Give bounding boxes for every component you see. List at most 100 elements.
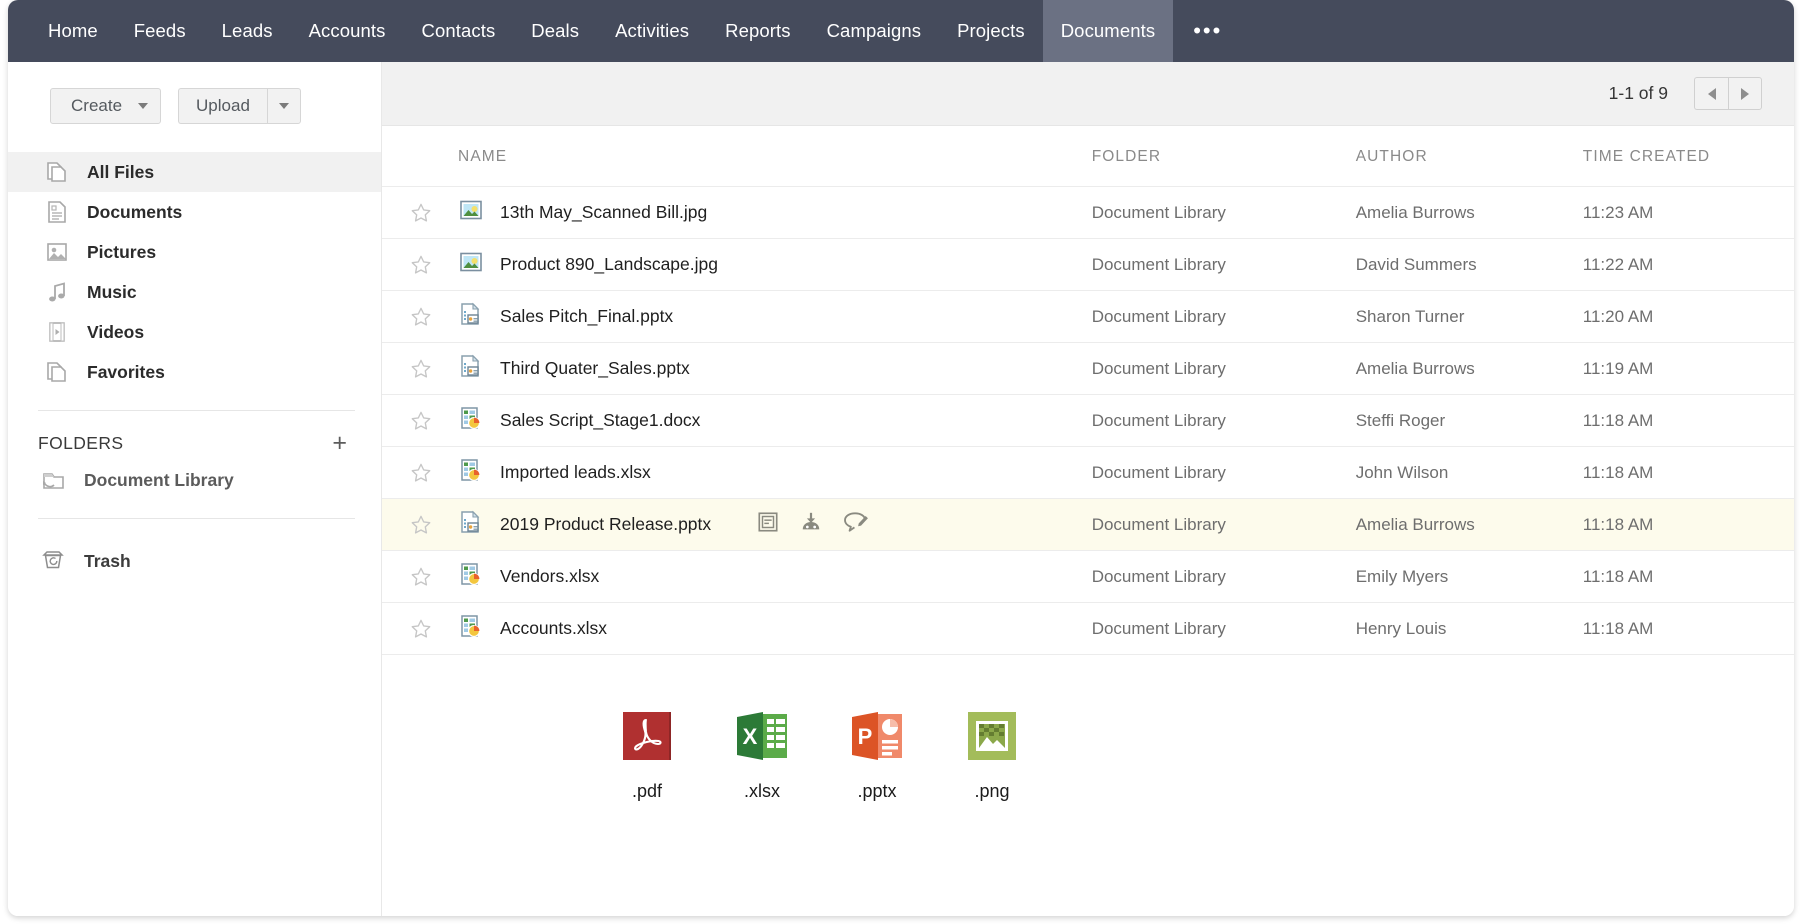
row-name-cell[interactable]: Accounts.xlsx bbox=[458, 603, 1092, 655]
favorite-star-icon[interactable] bbox=[410, 462, 432, 484]
table-row[interactable]: Accounts.xlsxDocument LibraryHenry Louis… bbox=[382, 603, 1794, 655]
nav-tab-reports[interactable]: Reports bbox=[707, 0, 808, 62]
nav-tab-home[interactable]: Home bbox=[30, 0, 116, 62]
row-star-cell[interactable] bbox=[382, 291, 458, 343]
favorite-star-icon[interactable] bbox=[410, 358, 432, 380]
file-name[interactable]: Sales Pitch_Final.pptx bbox=[500, 306, 673, 327]
main-panel: 1-1 of 9 NAME bbox=[382, 62, 1794, 916]
row-time-cell: 11:18 AM bbox=[1583, 447, 1794, 499]
next-page-button[interactable] bbox=[1728, 77, 1762, 110]
file-name[interactable]: 13th May_Scanned Bill.jpg bbox=[500, 202, 707, 223]
nav-tab-campaigns[interactable]: Campaigns bbox=[809, 0, 939, 62]
row-folder-cell[interactable]: Document Library bbox=[1092, 395, 1356, 447]
row-folder-cell[interactable]: Document Library bbox=[1092, 239, 1356, 291]
sidebar-item-trash[interactable]: Trash bbox=[8, 541, 381, 581]
row-star-cell[interactable] bbox=[382, 551, 458, 603]
row-folder-cell[interactable]: Document Library bbox=[1092, 447, 1356, 499]
row-star-cell[interactable] bbox=[382, 343, 458, 395]
nav-tab-leads[interactable]: Leads bbox=[204, 0, 291, 62]
row-star-cell[interactable] bbox=[382, 187, 458, 239]
upload-button[interactable]: Upload bbox=[178, 88, 267, 124]
add-folder-icon[interactable]: + bbox=[332, 431, 347, 456]
row-folder-cell[interactable]: Document Library bbox=[1092, 551, 1356, 603]
nav-tab-activities[interactable]: Activities bbox=[597, 0, 707, 62]
sidebar-nav-list: All Files Documents bbox=[8, 152, 381, 392]
nav-tab-accounts[interactable]: Accounts bbox=[291, 0, 404, 62]
file-name[interactable]: Third Quater_Sales.pptx bbox=[500, 358, 690, 379]
preview-icon[interactable] bbox=[757, 511, 779, 538]
column-header-folder[interactable]: FOLDER bbox=[1092, 126, 1356, 187]
table-row[interactable]: 13th May_Scanned Bill.jpg Document Librar… bbox=[382, 187, 1794, 239]
row-name-cell[interactable]: Product 890_Landscape.jpg bbox=[458, 239, 1092, 291]
row-name-cell[interactable]: 2019 Product Release.pptx bbox=[458, 499, 1092, 551]
sidebar-item-pictures[interactable]: Pictures bbox=[8, 232, 381, 272]
nav-tab-contacts[interactable]: Contacts bbox=[403, 0, 513, 62]
nav-more-icon[interactable]: ••• bbox=[1173, 0, 1242, 62]
spreadsheet-file-icon bbox=[458, 405, 484, 436]
favorite-star-icon[interactable] bbox=[410, 566, 432, 588]
row-star-cell[interactable] bbox=[382, 239, 458, 291]
file-type-pdf[interactable]: .pdf bbox=[618, 707, 676, 802]
column-header-author[interactable]: AUTHOR bbox=[1356, 126, 1583, 187]
file-name[interactable]: Product 890_Landscape.jpg bbox=[500, 254, 718, 275]
sidebar-folder-document-library[interactable]: Document Library bbox=[8, 460, 381, 500]
favorite-star-icon[interactable] bbox=[410, 410, 432, 432]
table-header-row: NAME FOLDER AUTHOR TIME CREATED bbox=[382, 126, 1794, 187]
nav-tab-projects[interactable]: Projects bbox=[939, 0, 1043, 62]
row-name-cell[interactable]: Imported leads.xlsx bbox=[458, 447, 1092, 499]
sidebar-item-favorites[interactable]: Favorites bbox=[8, 352, 381, 392]
row-star-cell[interactable] bbox=[382, 499, 458, 551]
file-name[interactable]: Sales Script_Stage1.docx bbox=[500, 410, 700, 431]
pagination-count: 1-1 of 9 bbox=[1609, 83, 1668, 104]
sidebar-item-documents[interactable]: Documents bbox=[8, 192, 381, 232]
row-folder-cell[interactable]: Document Library bbox=[1092, 499, 1356, 551]
comment-edit-icon[interactable] bbox=[843, 511, 869, 538]
file-type-pptx[interactable]: P .pptx bbox=[848, 707, 906, 802]
favorite-star-icon[interactable] bbox=[410, 202, 432, 224]
file-name[interactable]: 2019 Product Release.pptx bbox=[500, 514, 711, 535]
row-author-cell: David Summers bbox=[1356, 239, 1583, 291]
sidebar-item-music[interactable]: Music bbox=[8, 272, 381, 312]
row-name-cell[interactable]: Vendors.xlsx bbox=[458, 551, 1092, 603]
previous-page-button[interactable] bbox=[1694, 77, 1728, 110]
row-name-cell[interactable]: Sales Pitch_Final.pptx bbox=[458, 291, 1092, 343]
table-row[interactable]: 2019 Product Release.pptx Document Librar… bbox=[382, 499, 1794, 551]
row-folder-cell[interactable]: Document Library bbox=[1092, 187, 1356, 239]
row-star-cell[interactable] bbox=[382, 395, 458, 447]
favorite-star-icon[interactable] bbox=[410, 514, 432, 536]
excel-icon: X bbox=[733, 707, 791, 770]
column-header-time-created[interactable]: TIME CREATED bbox=[1583, 126, 1794, 187]
upload-dropdown-button[interactable] bbox=[267, 88, 301, 124]
favorite-star-icon[interactable] bbox=[410, 254, 432, 276]
files-icon bbox=[43, 158, 71, 186]
file-name[interactable]: Vendors.xlsx bbox=[500, 566, 599, 587]
row-folder-cell[interactable]: Document Library bbox=[1092, 343, 1356, 395]
row-star-cell[interactable] bbox=[382, 447, 458, 499]
file-type-png[interactable]: .png bbox=[963, 707, 1021, 802]
create-button[interactable]: Create bbox=[50, 88, 161, 124]
table-row[interactable]: Sales Pitch_Final.pptxDocument LibrarySh… bbox=[382, 291, 1794, 343]
row-folder-cell[interactable]: Document Library bbox=[1092, 291, 1356, 343]
favorite-star-icon[interactable] bbox=[410, 618, 432, 640]
nav-tab-documents[interactable]: Documents bbox=[1043, 0, 1173, 62]
row-name-cell[interactable]: 13th May_Scanned Bill.jpg bbox=[458, 187, 1092, 239]
row-star-cell[interactable] bbox=[382, 603, 458, 655]
sidebar-item-videos[interactable]: Videos bbox=[8, 312, 381, 352]
table-row[interactable]: Third Quater_Sales.pptxDocument LibraryA… bbox=[382, 343, 1794, 395]
table-row[interactable]: Sales Script_Stage1.docx Document Library… bbox=[382, 395, 1794, 447]
download-icon[interactable] bbox=[799, 511, 823, 538]
file-name[interactable]: Accounts.xlsx bbox=[500, 618, 607, 639]
file-type-xlsx[interactable]: X .xlsx bbox=[733, 707, 791, 802]
file-name[interactable]: Imported leads.xlsx bbox=[500, 462, 651, 483]
row-folder-cell[interactable]: Document Library bbox=[1092, 603, 1356, 655]
sidebar-item-all-files[interactable]: All Files bbox=[8, 152, 381, 192]
nav-tab-feeds[interactable]: Feeds bbox=[116, 0, 204, 62]
row-name-cell[interactable]: Sales Script_Stage1.docx bbox=[458, 395, 1092, 447]
nav-tab-deals[interactable]: Deals bbox=[513, 0, 597, 62]
column-header-name[interactable]: NAME bbox=[458, 126, 1092, 187]
table-row[interactable]: Product 890_Landscape.jpg Document Librar… bbox=[382, 239, 1794, 291]
row-name-cell[interactable]: Third Quater_Sales.pptx bbox=[458, 343, 1092, 395]
table-row[interactable]: Vendors.xlsxDocument LibraryEmily Myers1… bbox=[382, 551, 1794, 603]
favorite-star-icon[interactable] bbox=[410, 306, 432, 328]
table-row[interactable]: Imported leads.xlsxDocument LibraryJohn … bbox=[382, 447, 1794, 499]
